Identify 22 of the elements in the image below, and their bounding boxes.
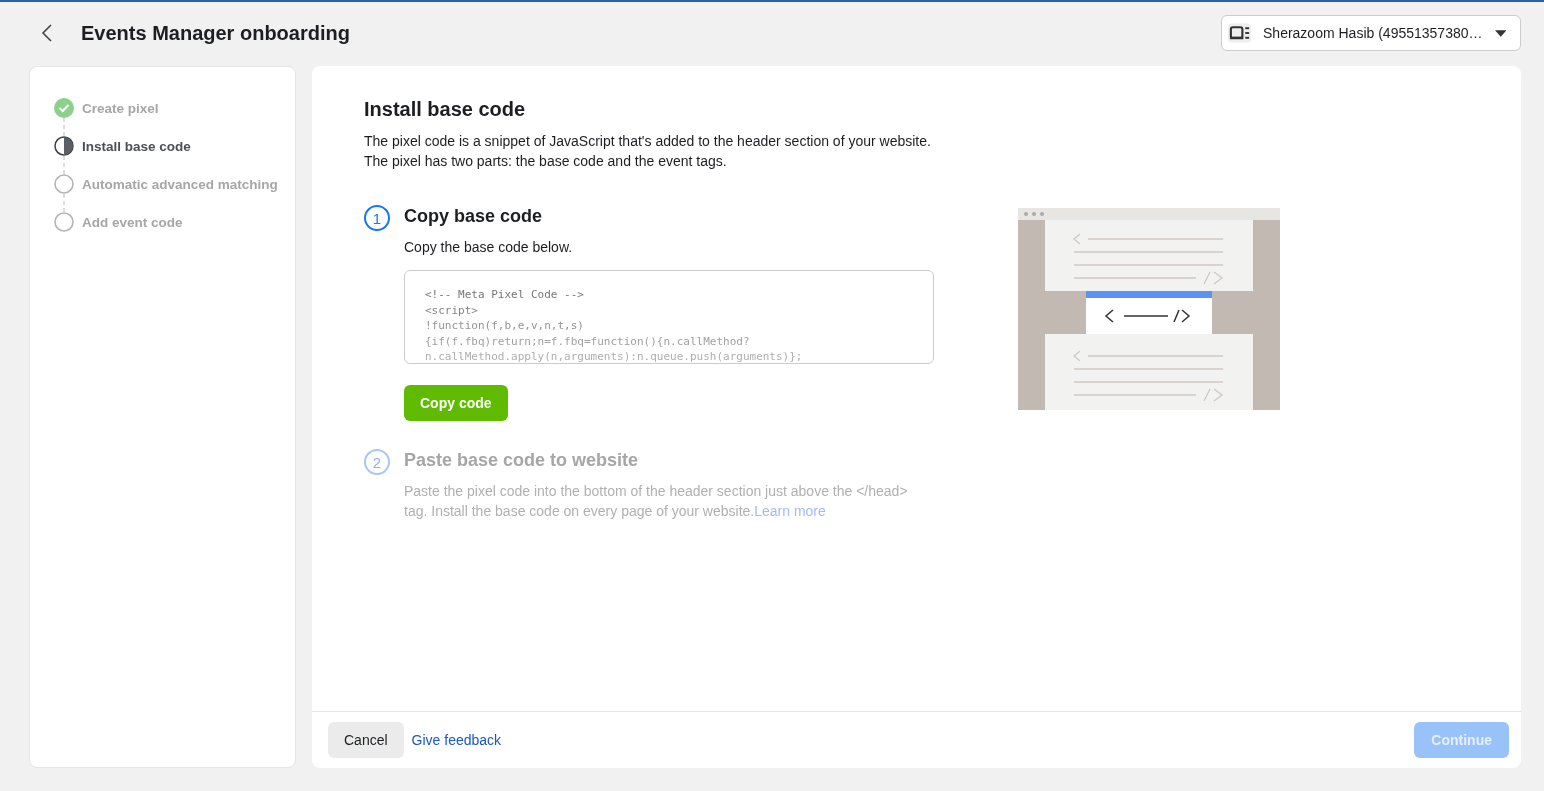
caret-icon: [1494, 29, 1506, 37]
cancel-button[interactable]: Cancel: [328, 722, 404, 758]
step-title: Paste base code to website: [404, 450, 640, 471]
step-description: Copy the base code below.: [404, 238, 574, 257]
section-title: Install base code: [364, 98, 527, 121]
page-title: Events Manager onboarding: [81, 21, 351, 45]
back-icon[interactable]: [40, 23, 54, 43]
code-snippet: <!-- Meta Pixel Code --> <script> !function(f,b,e,v,n,t,s) {if(f.fbq)return;n=f.fbq=function(){n.callMethod? n.callMethod.apply(n,arguments):n.queue.push(arguments)};: [404, 270, 934, 364]
step-label[interactable]: Install base code: [82, 138, 191, 154]
learn-more-link[interactable]: Learn more: [754, 503, 826, 519]
intro-text: The pixel code is a snippet of JavaScript that's added to the header section of your website. The pixel has two parts: the base code and the event tags.: [364, 132, 932, 171]
account-selector[interactable]: Sherazoom Hasib (49551357380…: [1221, 15, 1521, 51]
step-number: 2: [364, 449, 390, 475]
step-number: 1: [364, 205, 390, 231]
step-title: Copy base code: [404, 206, 544, 227]
copy-code-button[interactable]: Copy code: [404, 385, 508, 421]
account-icon: [1228, 23, 1251, 43]
step-label[interactable]: Automatic advanced matching: [82, 176, 278, 192]
step-label[interactable]: Create pixel: [82, 100, 159, 116]
step-label[interactable]: Add event code: [82, 214, 183, 230]
step-description: Paste the pixel code into the bottom of the header section just above the </head> tag. Install the base code on every page of your website.Learn more: [404, 482, 909, 521]
give-feedback-link[interactable]: Give feedback: [411, 732, 502, 748]
